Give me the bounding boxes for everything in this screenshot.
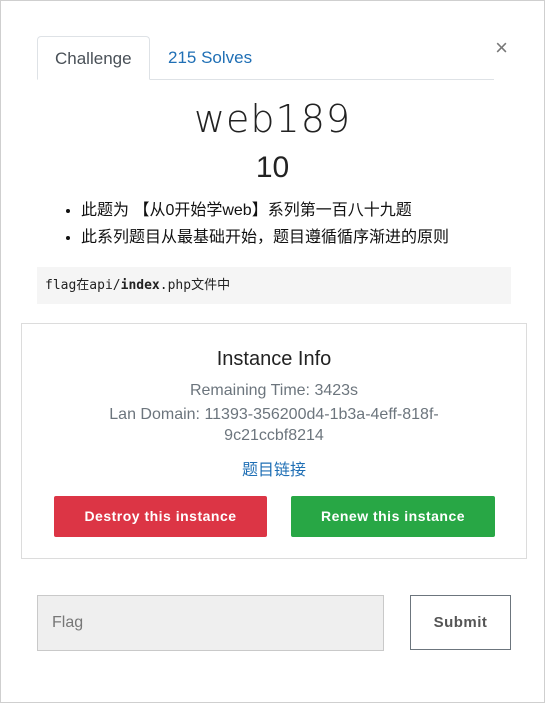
close-icon[interactable]: × [495,37,508,59]
instance-info-panel: Instance Info Remaining Time: 3423s Lan … [21,323,527,559]
hint-suffix: .php文件中 [159,278,231,293]
lan-domain: Lan Domain: 11393-356200d4-1b3a-4eff-818… [109,406,439,423]
challenge-modal: × Challenge 215 Solves web189 10 此题为 【从0… [0,0,545,703]
description-item: 此题为 【从0开始学web】系列第一百八十九题 [81,197,449,224]
submit-button[interactable]: Submit [410,595,511,650]
destroy-instance-button[interactable]: Destroy this instance [54,496,267,537]
challenge-value: 10 [255,151,290,184]
tab-solves[interactable]: 215 Solves [151,36,269,80]
challenge-description: 此题为 【从0开始学web】系列第一百八十九题 此系列题目从最基础开始，题目遵循… [59,197,449,251]
flag-input[interactable] [37,595,384,651]
lan-domain-continued: 9c21ccbf8214 [224,427,324,444]
challenge-link[interactable]: 题目链接 [22,456,526,480]
challenge-name: web189 [193,97,352,141]
remaining-time: Remaining Time: 3423s [189,382,359,399]
tab-challenge[interactable]: Challenge [37,36,150,80]
description-item: 此系列题目从最基础开始，题目遵循循序渐进的原则 [81,224,449,251]
renew-instance-button[interactable]: Renew this instance [291,496,495,537]
challenge-tabs: Challenge 215 Solves [37,36,494,80]
hint-prefix: flag在api/ [45,278,121,293]
hint-bold: index [120,278,160,293]
instance-title: Instance Info [216,348,332,370]
hint-code-block: flag在api/index.php文件中 [37,267,511,304]
